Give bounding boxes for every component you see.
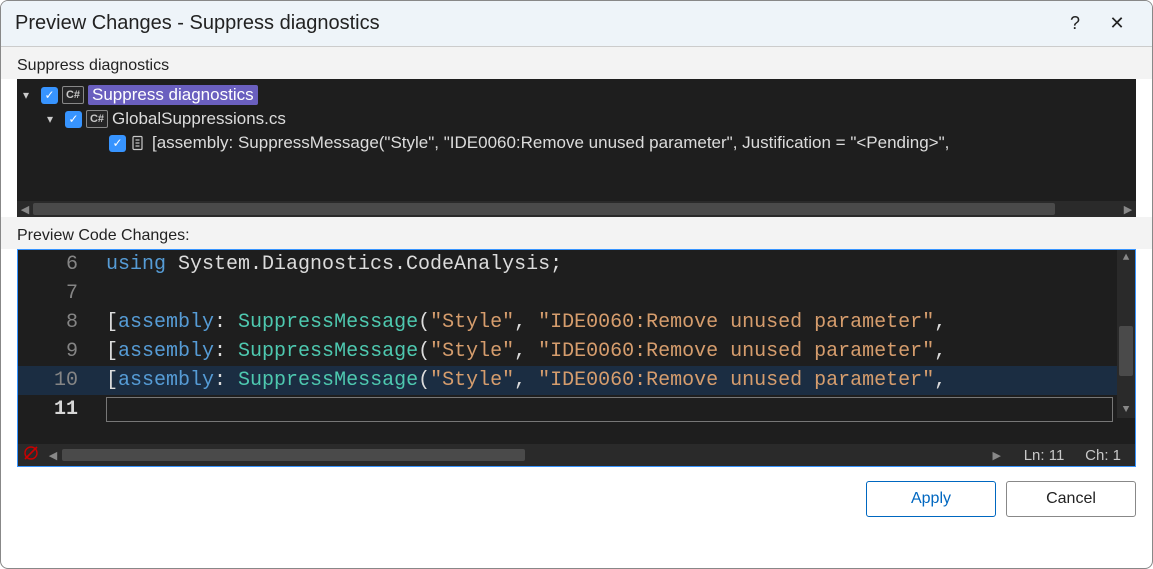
csharp-badge-icon: C#: [86, 110, 108, 128]
help-button[interactable]: ?: [1054, 9, 1096, 38]
tree-section-label: Suppress diagnostics: [1, 47, 1152, 79]
line-number-gutter: 9: [18, 337, 96, 366]
code-content[interactable]: [assembly: SuppressMessage("Style", "IDE…: [96, 366, 1135, 395]
code-change-icon: [130, 134, 148, 152]
line-number-gutter: 8: [18, 308, 96, 337]
preview-changes-dialog: Preview Changes - Suppress diagnostics ?…: [0, 0, 1153, 569]
dialog-buttons: Apply Cancel: [1, 467, 1152, 531]
tree-change-label: [assembly: SuppressMessage("Style", "IDE…: [152, 133, 949, 153]
chevron-down-icon[interactable]: ▾: [23, 88, 37, 102]
changes-tree: ▾ ✓ C# Suppress diagnostics ▾ ✓ C# Globa…: [17, 79, 1136, 217]
code-content[interactable]: [96, 395, 1135, 424]
tree-root-label: Suppress diagnostics: [88, 85, 258, 105]
scroll-left-icon[interactable]: ◀: [17, 203, 33, 216]
tree-file-item[interactable]: ▾ ✓ C# GlobalSuppressions.cs: [17, 107, 1136, 131]
code-content[interactable]: [96, 279, 1135, 308]
close-button[interactable]: ✕: [1096, 9, 1138, 38]
code-line[interactable]: 7: [18, 279, 1135, 308]
scroll-up-icon[interactable]: ▲: [1117, 250, 1135, 266]
line-number-gutter: 7: [18, 279, 96, 308]
scroll-left-icon[interactable]: ◀: [44, 449, 62, 462]
line-number-gutter: 6: [18, 250, 96, 279]
titlebar: Preview Changes - Suppress diagnostics ?…: [1, 1, 1152, 47]
code-line[interactable]: 9[assembly: SuppressMessage("Style", "ID…: [18, 337, 1135, 366]
char-label: Ch:: [1085, 447, 1108, 464]
code-line[interactable]: 11: [18, 395, 1135, 424]
tree-file-label: GlobalSuppressions.cs: [112, 109, 286, 129]
scrollbar-thumb[interactable]: [62, 449, 525, 461]
code-preview-editor[interactable]: 6using System.Diagnostics.CodeAnalysis;7…: [17, 249, 1136, 467]
no-issues-icon[interactable]: [18, 444, 44, 466]
dialog-title: Preview Changes - Suppress diagnostics: [15, 12, 1054, 35]
csharp-badge-icon: C#: [62, 86, 84, 104]
code-content[interactable]: using System.Diagnostics.CodeAnalysis;: [96, 250, 1135, 279]
scroll-right-icon[interactable]: ▶: [988, 449, 1006, 462]
apply-button[interactable]: Apply: [866, 481, 996, 517]
code-line[interactable]: 10[assembly: SuppressMessage("Style", "I…: [18, 366, 1135, 395]
code-line[interactable]: 8[assembly: SuppressMessage("Style", "ID…: [18, 308, 1135, 337]
line-number-gutter: 11: [18, 395, 96, 424]
code-content[interactable]: [assembly: SuppressMessage("Style", "IDE…: [96, 337, 1135, 366]
cursor-position: Ln: 11 Ch: 1: [1006, 447, 1135, 464]
code-line[interactable]: 6using System.Diagnostics.CodeAnalysis;: [18, 250, 1135, 279]
scrollbar-thumb[interactable]: [33, 203, 1055, 215]
checkbox-checked-icon[interactable]: ✓: [65, 111, 82, 128]
scrollbar-thumb[interactable]: [1119, 326, 1133, 376]
tree-root-item[interactable]: ▾ ✓ C# Suppress diagnostics: [17, 83, 1136, 107]
tree-horizontal-scrollbar[interactable]: ◀ ▶: [17, 201, 1136, 217]
checkbox-checked-icon[interactable]: ✓: [109, 135, 126, 152]
scroll-right-icon[interactable]: ▶: [1120, 203, 1136, 216]
code-section-label: Preview Code Changes:: [1, 217, 1152, 249]
scroll-down-icon[interactable]: ▼: [1117, 402, 1135, 418]
cancel-button[interactable]: Cancel: [1006, 481, 1136, 517]
chevron-down-icon[interactable]: ▾: [47, 112, 61, 126]
line-label: Ln:: [1024, 447, 1045, 464]
checkbox-checked-icon[interactable]: ✓: [41, 87, 58, 104]
char-number: 1: [1113, 447, 1121, 464]
line-number: 11: [1049, 447, 1065, 464]
editor-vertical-scrollbar[interactable]: ▲ ▼: [1117, 250, 1135, 418]
editor-horizontal-scrollbar[interactable]: ◀ ▶: [44, 444, 1006, 466]
tree-change-item[interactable]: ✓ [assembly: SuppressMessage("Style", "I…: [17, 131, 1136, 155]
editor-statusbar: ◀ ▶ Ln: 11 Ch: 1: [18, 444, 1135, 466]
code-content[interactable]: [assembly: SuppressMessage("Style", "IDE…: [96, 308, 1135, 337]
line-number-gutter: 10: [18, 366, 96, 395]
